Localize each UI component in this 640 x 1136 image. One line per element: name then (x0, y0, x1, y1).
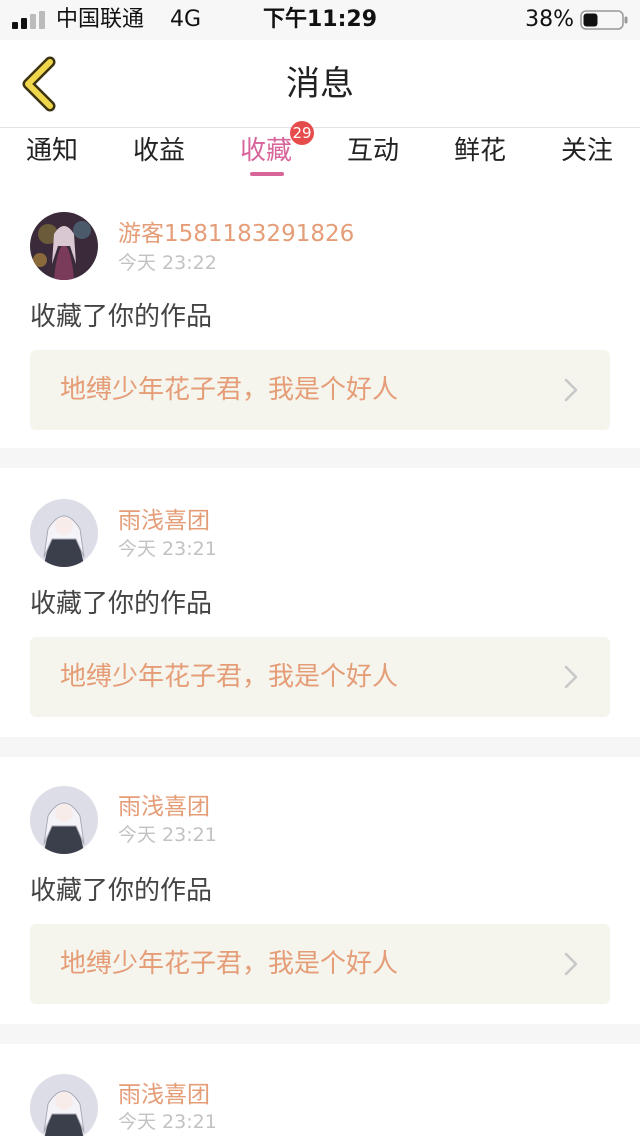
work-link[interactable]: 地缚少年花子君，我是个好人 (30, 924, 610, 1004)
tab-bar: 通知 收益 收藏 互动 鲜花 关注 (0, 128, 640, 178)
username[interactable]: 雨浅喜团 (118, 793, 210, 821)
tab-notifications[interactable]: 通知 (12, 136, 92, 166)
timestamp: 今天 23:21 (118, 824, 217, 846)
user-avatar[interactable] (30, 499, 98, 567)
work-title: 地缚少年花子君，我是个好人 (60, 662, 399, 692)
page-title: 消息 (286, 64, 354, 104)
action-text: 收藏了你的作品 (30, 876, 213, 906)
notification-card: 雨浅喜团 今天 23:21 收藏了你的作品 地缚少年花子君，我是个好人 (0, 468, 640, 738)
timestamp: 今天 23:22 (118, 252, 217, 274)
card-separator (0, 448, 640, 468)
battery-icon (580, 10, 628, 30)
timestamp: 今天 23:21 (118, 538, 217, 560)
notification-card: 雨浅喜团 今天 23:21 收藏了你的作品 地缚少年花子君，我是个好人 (0, 757, 640, 1027)
work-link[interactable]: 地缚少年花子君，我是个好人 (30, 637, 610, 717)
chevron-right-icon (564, 665, 578, 689)
status-bar: 中国联通 4G 下午11:29 38% (0, 0, 640, 40)
tab-flowers[interactable]: 鲜花 (440, 136, 520, 166)
favorites-count-badge: 29 (290, 121, 314, 145)
notification-card: 游客1581183291826 今天 23:22 收藏了你的作品 地缚少年花子君… (0, 178, 640, 448)
chevron-right-icon (564, 378, 578, 402)
timestamp: 今天 23:21 (118, 1111, 217, 1133)
work-title: 地缚少年花子君，我是个好人 (60, 949, 399, 979)
active-tab-indicator (250, 172, 284, 176)
battery-percentage: 38% (525, 7, 574, 32)
username[interactable]: 雨浅喜团 (118, 507, 210, 535)
work-link[interactable]: 地缚少年花子君，我是个好人 (30, 350, 610, 430)
username[interactable]: 游客1581183291826 (118, 220, 354, 248)
tab-follows[interactable]: 关注 (547, 136, 627, 166)
tab-earnings[interactable]: 收益 (119, 136, 199, 166)
action-text: 收藏了你的作品 (30, 302, 213, 332)
work-title: 地缚少年花子君，我是个好人 (60, 375, 399, 405)
user-avatar[interactable] (30, 786, 98, 854)
user-avatar[interactable] (30, 1074, 98, 1136)
card-separator (0, 1024, 640, 1044)
navigation-bar: 消息 (0, 40, 640, 128)
card-separator (0, 737, 640, 757)
chevron-right-icon (564, 952, 578, 976)
username[interactable]: 雨浅喜团 (118, 1081, 210, 1109)
notification-card: 雨浅喜团 今天 23:21 (0, 1044, 640, 1136)
action-text: 收藏了你的作品 (30, 589, 213, 619)
tab-interactions[interactable]: 互动 (333, 136, 413, 166)
user-avatar[interactable] (30, 212, 98, 280)
